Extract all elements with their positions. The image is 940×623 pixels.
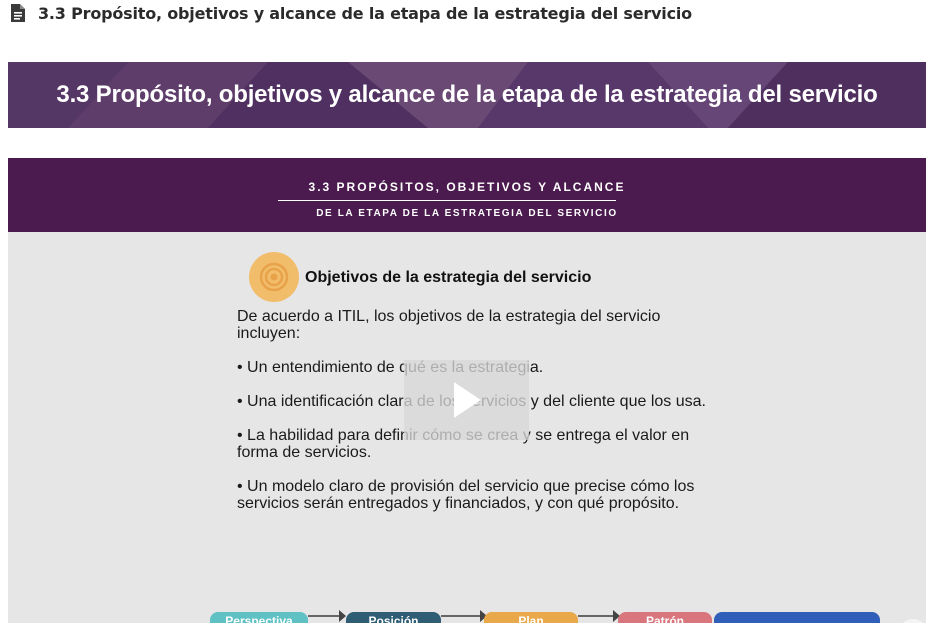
document-icon <box>11 4 25 22</box>
lesson-banner: 3.3 Propósito, objetivos y alcance de la… <box>8 62 926 128</box>
strategy-flow: Perspectiva Posición Plan Patrón <box>8 610 926 623</box>
slide-header: 3.3 PROPÓSITOS, OBJETIVOS Y ALCANCE DE L… <box>8 158 926 232</box>
flow-step-plan: Plan <box>484 612 578 623</box>
slide-subtitle: Objetivos de la estrategia del servicio <box>305 269 592 286</box>
flow-step-posicion: Posición <box>346 612 441 623</box>
flow-step-patron: Patrón <box>618 612 712 623</box>
page-header: 3.3 Propósito, objetivos y alcance de la… <box>10 2 692 24</box>
target-icon <box>249 252 299 302</box>
flow-arrow <box>308 610 346 622</box>
slide-bullet: • Un modelo claro de provisión del servi… <box>237 478 695 512</box>
play-button[interactable] <box>404 360 529 440</box>
slide-header-divider <box>278 200 616 201</box>
play-icon <box>453 382 481 418</box>
banner-title: 3.3 Propósito, objetivos y alcance de la… <box>56 81 878 108</box>
flow-step-perspectiva: Perspectiva <box>210 612 308 623</box>
flow-arrow <box>578 610 620 622</box>
slide-header-line1: 3.3 PROPÓSITOS, OBJETIVOS Y ALCANCE <box>308 180 626 194</box>
flow-step-extra <box>714 612 880 623</box>
video-player[interactable]: 3.3 PROPÓSITOS, OBJETIVOS Y ALCANCE DE L… <box>8 158 926 623</box>
flow-arrow <box>441 610 487 622</box>
slide-header-line2: DE LA ETAPA DE LA ESTRATEGIA DEL SERVICI… <box>316 208 618 219</box>
page-title: 3.3 Propósito, objetivos y alcance de la… <box>38 3 692 23</box>
slide-paragraph: De acuerdo a ITIL, los objetivos de la e… <box>237 308 661 342</box>
